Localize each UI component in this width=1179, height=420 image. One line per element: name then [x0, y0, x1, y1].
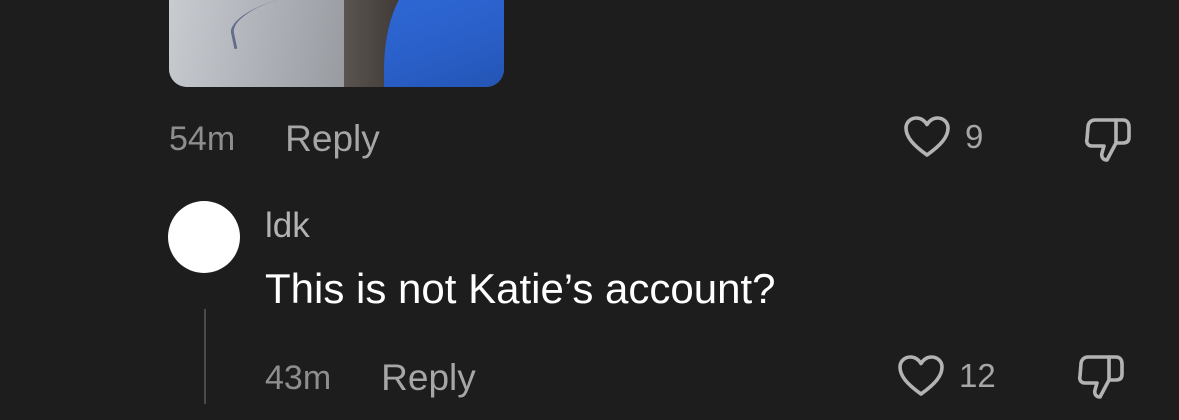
parent-dislike-button[interactable]	[1083, 115, 1133, 165]
reply-comment-time: 43m	[265, 358, 332, 397]
parent-reply-button[interactable]: Reply	[285, 118, 380, 160]
thumbs-down-icon	[1084, 118, 1131, 162]
parent-like-button[interactable]: 9	[903, 115, 983, 159]
comment-media-thumbnail[interactable]	[169, 0, 504, 87]
thread-connector-line	[204, 309, 206, 404]
heart-icon	[903, 115, 951, 159]
parent-comment-time: 54m	[169, 119, 236, 158]
media-region-right	[384, 0, 504, 87]
avatar[interactable]	[168, 201, 240, 273]
reply-reply-button[interactable]: Reply	[381, 357, 476, 399]
reply-username[interactable]: ldk	[265, 206, 310, 246]
parent-comment-meta: 54m Reply	[169, 118, 380, 160]
reply-comment-meta: 43m Reply	[265, 357, 476, 399]
reply-comment-text: This is not Katie’s account?	[265, 265, 776, 312]
heart-icon	[897, 354, 945, 398]
reply-like-count: 12	[959, 357, 996, 394]
reply-dislike-button[interactable]	[1076, 352, 1126, 402]
comments-thread: 54m Reply 9 ldk This is not Katie’s acco…	[0, 0, 1179, 420]
reply-like-button[interactable]: 12	[897, 354, 996, 398]
thumbs-down-icon	[1077, 355, 1124, 399]
parent-like-count: 9	[965, 118, 984, 155]
